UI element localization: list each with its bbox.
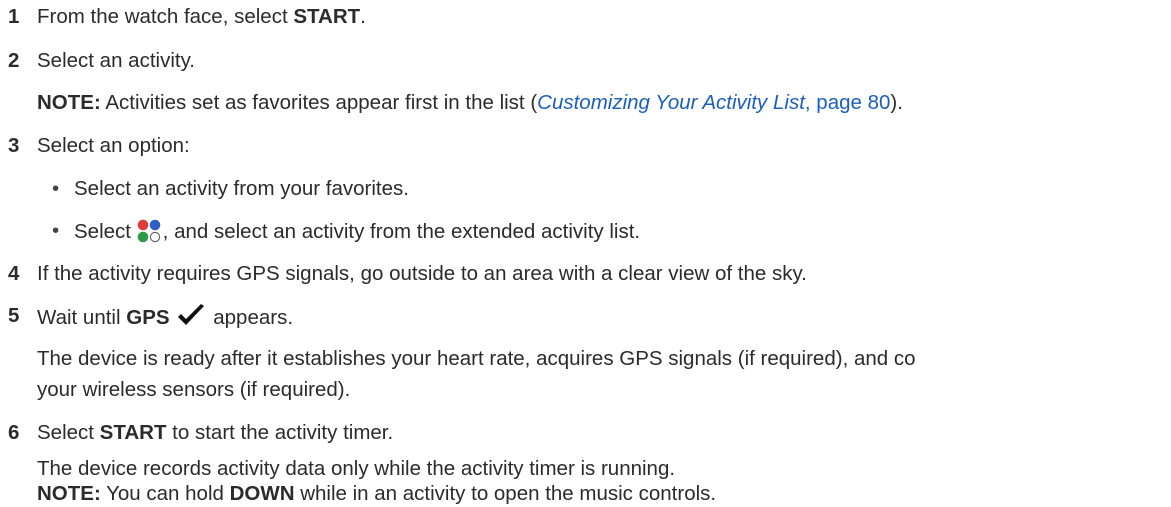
bullet-text: Select , and select an activity from the… <box>74 218 640 245</box>
note-label: NOTE: <box>37 482 101 505</box>
step-text-segment: appears. <box>207 306 294 329</box>
note-text-segment: Activities set as favorites appear first… <box>100 91 538 114</box>
gps-label: GPS <box>126 306 170 329</box>
step-text-segment: to start the activity timer. <box>166 421 394 444</box>
step-text-segment: . <box>360 5 366 28</box>
note-text: NOTE: You can hold DOWN while in an acti… <box>37 481 716 507</box>
start-button-label: START <box>99 421 167 444</box>
paragraph-text: The device records activity data only wh… <box>37 457 676 480</box>
bullet-text: Select an activity from your favorites. <box>74 177 409 200</box>
instruction-document: 1 From the watch face, select START. 2 S… <box>0 0 1171 507</box>
cross-reference-link[interactable]: Customizing Your Activity List, page 80 <box>537 91 890 114</box>
paragraph-text: The device is ready after it establishes… <box>37 347 916 370</box>
step-text-segment: Wait until <box>37 306 127 329</box>
step-text: Select an option: <box>37 134 190 157</box>
step-number: 6 <box>8 421 20 444</box>
note-label: NOTE: <box>37 91 101 114</box>
step-text-segment: Select <box>37 421 100 444</box>
activity-list-dots-icon <box>137 218 161 244</box>
step-text: From the watch face, select START. <box>37 4 366 30</box>
note-text: NOTE: Activities set as favorites appear… <box>37 90 903 116</box>
note-text-segment: while in an activity to open the music c… <box>294 482 717 505</box>
bullet-text-segment: Select <box>74 220 137 243</box>
step-text: Wait until GPS appears. <box>37 303 293 331</box>
step-number: 3 <box>8 134 20 157</box>
note-text-segment: You can hold <box>100 482 230 505</box>
link-page: , page 80 <box>804 91 891 114</box>
step-text: If the activity requires GPS signals, go… <box>37 262 807 285</box>
step-text: Select START to start the activity timer… <box>37 420 393 446</box>
paragraph-text: your wireless sensors (if required). <box>37 378 351 401</box>
link-title: Customizing Your Activity List <box>537 91 805 114</box>
down-button-label: DOWN <box>229 482 295 505</box>
step-text-segment: From the watch face, select <box>37 5 294 28</box>
step-number: 5 <box>8 304 20 327</box>
bullet-text-segment: , and select an activity from the extend… <box>162 220 641 243</box>
start-button-label: START <box>293 5 361 28</box>
bullet-marker: • <box>52 177 60 200</box>
step-number: 1 <box>8 5 20 28</box>
checkmark-icon <box>176 303 206 329</box>
step-text: Select an activity. <box>37 49 195 72</box>
note-text-segment: ). <box>890 91 903 114</box>
step-number: 4 <box>8 262 20 285</box>
step-number: 2 <box>8 49 20 72</box>
bullet-marker: • <box>52 219 60 242</box>
